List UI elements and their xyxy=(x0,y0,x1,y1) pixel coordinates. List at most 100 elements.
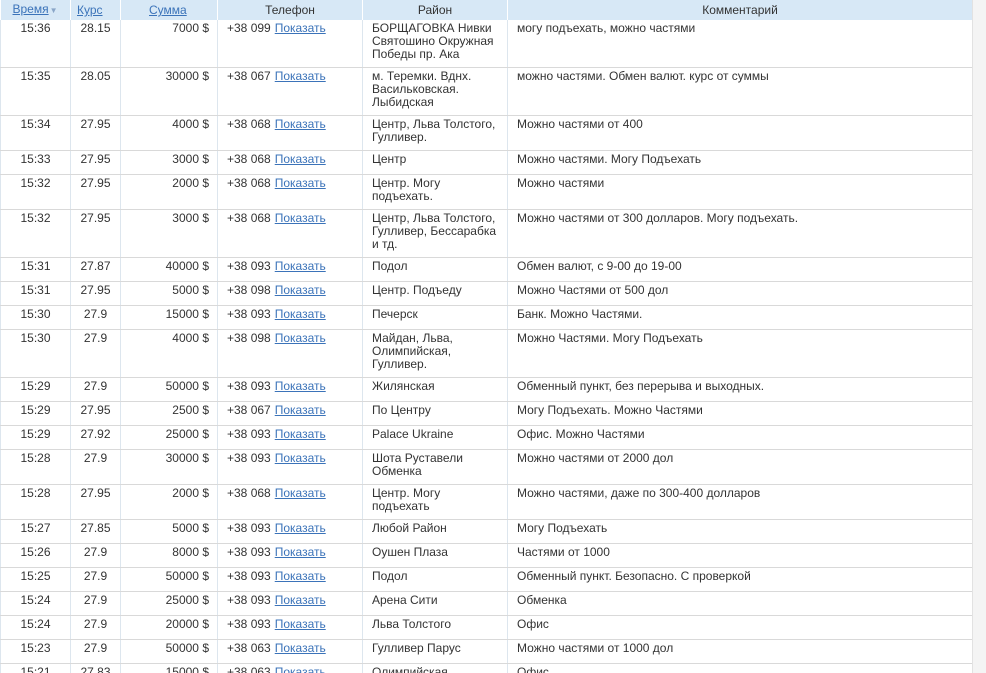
header-amount[interactable]: Сумма xyxy=(120,0,218,20)
amount-cell: 5000 $ xyxy=(120,281,218,306)
amount-cell: 4000 $ xyxy=(120,329,218,378)
comment-cell: Можно частями от 300 долларов. Могу подъ… xyxy=(507,209,972,258)
phone-prefix: +38 063 xyxy=(227,664,271,673)
phone-prefix: +38 098 xyxy=(227,282,271,297)
phone-cell: +38 093 Показать xyxy=(217,591,363,616)
show-phone-link[interactable]: Показать xyxy=(275,427,326,441)
district-cell: м. Теремки. Вднх. Васильковская. Лыбидск… xyxy=(362,67,508,116)
time-cell: 15:24 xyxy=(0,591,71,616)
sort-rate-link[interactable]: Курс xyxy=(77,3,103,17)
phone-prefix: +38 093 xyxy=(227,450,271,465)
rate-cell: 28.05 xyxy=(70,67,121,116)
header-time[interactable]: Время▼ xyxy=(0,0,71,20)
phone-cell: +38 093 Показать xyxy=(217,377,363,402)
show-phone-link[interactable]: Показать xyxy=(275,117,326,131)
show-phone-link[interactable]: Показать xyxy=(275,379,326,393)
time-cell: 15:29 xyxy=(0,401,71,426)
district-cell: Подол xyxy=(362,257,508,282)
show-phone-link[interactable]: Показать xyxy=(275,403,326,417)
show-phone-link[interactable]: Показать xyxy=(275,21,326,35)
show-phone-link[interactable]: Показать xyxy=(275,569,326,583)
rate-cell: 27.9 xyxy=(70,567,121,592)
comment-cell: Можно частями. Могу Подъехать xyxy=(507,150,972,175)
time-cell: 15:24 xyxy=(0,615,71,640)
show-phone-link[interactable]: Показать xyxy=(275,283,326,297)
show-phone-link[interactable]: Показать xyxy=(275,331,326,345)
district-cell: Центр, Льва Толстого, Гулливер. xyxy=(362,115,508,151)
comment-cell: Офис. Можно Частями xyxy=(507,425,972,450)
rate-cell: 27.95 xyxy=(70,174,121,210)
show-phone-link[interactable]: Показать xyxy=(275,307,326,321)
sort-amount-link[interactable]: Сумма xyxy=(149,3,187,17)
phone-cell: +38 093 Показать xyxy=(217,615,363,640)
header-rate[interactable]: Курс xyxy=(70,0,121,20)
comment-cell: Офис xyxy=(507,663,972,673)
time-cell: 15:32 xyxy=(0,174,71,210)
phone-cell: +38 068 Показать xyxy=(217,209,363,258)
district-cell: Майдан, Льва, Олимпийская, Гулливер. xyxy=(362,329,508,378)
show-phone-link[interactable]: Показать xyxy=(275,521,326,535)
show-phone-link[interactable]: Показать xyxy=(275,545,326,559)
phone-prefix: +38 098 xyxy=(227,330,271,345)
comment-cell: Можно Частями от 500 дол xyxy=(507,281,972,306)
table-row: 15:26 27.9 8000 $ +38 093 Показать Оушен Плаз… xyxy=(0,543,972,568)
phone-prefix: +38 068 xyxy=(227,151,271,166)
comment-cell: Можно частями от 400 xyxy=(507,115,972,151)
amount-cell: 30000 $ xyxy=(120,449,218,485)
time-cell: 15:28 xyxy=(0,449,71,485)
table-row: 15:34 27.95 4000 $ +38 068 Показать Центр, Ль… xyxy=(0,115,972,151)
show-phone-link[interactable]: Показать xyxy=(275,211,326,225)
table-row: 15:29 27.95 2500 $ +38 067 Показать По Центру… xyxy=(0,401,972,426)
district-cell: Любой Район xyxy=(362,519,508,544)
phone-prefix: +38 068 xyxy=(227,116,271,131)
rate-cell: 27.95 xyxy=(70,209,121,258)
show-phone-link[interactable]: Показать xyxy=(275,69,326,83)
amount-cell: 3000 $ xyxy=(120,209,218,258)
phone-cell: +38 068 Показать xyxy=(217,484,363,520)
district-cell: Центр xyxy=(362,150,508,175)
rate-cell: 27.9 xyxy=(70,591,121,616)
show-phone-link[interactable]: Показать xyxy=(275,451,326,465)
show-phone-link[interactable]: Показать xyxy=(275,665,326,673)
amount-cell: 40000 $ xyxy=(120,257,218,282)
table-row: 15:24 27.9 25000 $ +38 093 Показать Арена Сит… xyxy=(0,591,972,616)
table-row: 15:31 27.87 40000 $ +38 093 Показать Подол Обм… xyxy=(0,257,972,282)
show-phone-link[interactable]: Показать xyxy=(275,486,326,500)
phone-prefix: +38 093 xyxy=(227,568,271,583)
show-phone-link[interactable]: Показать xyxy=(275,152,326,166)
phone-cell: +38 067 Показать xyxy=(217,67,363,116)
amount-cell: 15000 $ xyxy=(120,305,218,330)
header-phone: Телефон xyxy=(217,0,363,20)
rate-cell: 27.87 xyxy=(70,257,121,282)
district-cell: Арена Сити xyxy=(362,591,508,616)
amount-cell: 25000 $ xyxy=(120,425,218,450)
time-cell: 15:36 xyxy=(0,20,71,68)
phone-cell: +38 099 Показать xyxy=(217,20,363,68)
district-cell: Печерск xyxy=(362,305,508,330)
time-cell: 15:31 xyxy=(0,281,71,306)
amount-cell: 50000 $ xyxy=(120,639,218,664)
show-phone-link[interactable]: Показать xyxy=(275,593,326,607)
vertical-scrollbar[interactable] xyxy=(972,0,986,673)
sort-time-link[interactable]: Время xyxy=(13,2,49,16)
comment-cell: Частями от 1000 xyxy=(507,543,972,568)
phone-cell: +38 068 Показать xyxy=(217,174,363,210)
district-cell: Оушен Плаза xyxy=(362,543,508,568)
table-row: 15:28 27.9 30000 $ +38 093 Показать Шота Руст… xyxy=(0,449,972,485)
show-phone-link[interactable]: Показать xyxy=(275,641,326,655)
amount-cell: 5000 $ xyxy=(120,519,218,544)
table-row: 15:28 27.95 2000 $ +38 068 Показать Центр. Мо… xyxy=(0,484,972,520)
phone-prefix: +38 068 xyxy=(227,210,271,225)
rate-cell: 27.9 xyxy=(70,615,121,640)
table-row: 15:30 27.9 4000 $ +38 098 Показать Майдан, Ль… xyxy=(0,329,972,378)
phone-prefix: +38 068 xyxy=(227,175,271,190)
show-phone-link[interactable]: Показать xyxy=(275,617,326,631)
phone-prefix: +38 093 xyxy=(227,306,271,321)
show-phone-link[interactable]: Показать xyxy=(275,176,326,190)
table-row: 15:21 27.83 15000 $ +38 063 Показать Олимпийс… xyxy=(0,663,972,673)
amount-cell: 15000 $ xyxy=(120,663,218,673)
table-row: 15:31 27.95 5000 $ +38 098 Показать Центр. По… xyxy=(0,281,972,306)
district-cell: Palace Ukraine xyxy=(362,425,508,450)
table-row: 15:23 27.9 50000 $ +38 063 Показать Гулливер … xyxy=(0,639,972,664)
show-phone-link[interactable]: Показать xyxy=(275,259,326,273)
